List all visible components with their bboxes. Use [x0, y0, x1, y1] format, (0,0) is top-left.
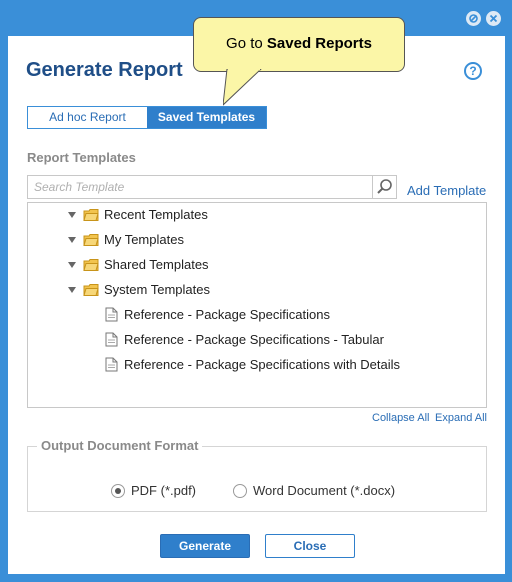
- document-icon: [105, 357, 118, 372]
- output-format-group: Output Document Format PDF (*.pdf) Word …: [27, 438, 487, 512]
- dialog-title: Generate Report: [26, 59, 183, 81]
- radio-button[interactable]: [233, 484, 247, 498]
- folder-icon: [83, 209, 99, 221]
- template-search-box: [27, 175, 397, 199]
- document-icon: [105, 332, 118, 347]
- tab-saved-templates[interactable]: Saved Templates: [147, 107, 266, 128]
- tree-folder-label: Shared Templates: [104, 257, 209, 272]
- search-input[interactable]: [28, 176, 372, 198]
- expand-all-link[interactable]: Expand All: [435, 412, 487, 424]
- tooltip-callout: Go to Saved Reports: [193, 17, 405, 72]
- expand-arrow-icon[interactable]: [68, 212, 76, 218]
- generate-report-dialog: Go to Saved Reports Generate Report ? Ad…: [8, 17, 505, 574]
- folder-icon: [83, 259, 99, 271]
- tree-document-label: Reference - Package Specifications with …: [124, 357, 401, 372]
- expand-arrow-icon[interactable]: [68, 237, 76, 243]
- tree-folder-label: My Templates: [104, 232, 184, 247]
- close-icon[interactable]: [486, 11, 501, 26]
- document-icon: [105, 307, 118, 322]
- add-template-link[interactable]: Add Template: [407, 183, 486, 198]
- radio-button-selected[interactable]: [111, 484, 125, 498]
- tree-document-label: Reference - Package Specifications: [124, 307, 330, 322]
- radio-label: PDF (*.pdf): [131, 483, 197, 498]
- tree-folder-label: Recent Templates: [104, 207, 208, 222]
- expand-arrow-icon[interactable]: [68, 262, 76, 268]
- search-icon: [377, 179, 392, 194]
- collapse-all-link[interactable]: Collapse All: [372, 412, 429, 424]
- generate-button[interactable]: Generate: [160, 534, 250, 558]
- report-templates-label: Report Templates: [27, 150, 136, 165]
- callout-prefix: Go to: [226, 35, 267, 52]
- help-icon[interactable]: ?: [464, 62, 482, 80]
- tab-adhoc-report[interactable]: Ad hoc Report: [28, 107, 147, 128]
- expand-arrow-icon[interactable]: [68, 287, 76, 293]
- callout-emphasis: Saved Reports: [266, 35, 372, 52]
- folder-icon: [83, 284, 99, 296]
- dialog-window: Go to Saved Reports Generate Report ? Ad…: [0, 0, 512, 582]
- folder-icon: [83, 234, 99, 246]
- tree-document-label: Reference - Package Specifications - Tab…: [124, 332, 384, 347]
- restore-icon[interactable]: [466, 11, 481, 26]
- tree-folder-label: System Templates: [104, 282, 210, 297]
- template-tree: Recent Templates My Templates Shared Tem…: [27, 202, 487, 408]
- output-format-legend: Output Document Format: [37, 438, 203, 453]
- report-type-toggle: Ad hoc Report Saved Templates: [27, 106, 267, 129]
- close-button[interactable]: Close: [265, 534, 355, 558]
- search-button[interactable]: [372, 176, 396, 198]
- callout-text: Go to Saved Reports: [194, 35, 404, 52]
- callout-tail: [223, 69, 262, 106]
- radio-label: Word Document (*.docx): [253, 483, 396, 498]
